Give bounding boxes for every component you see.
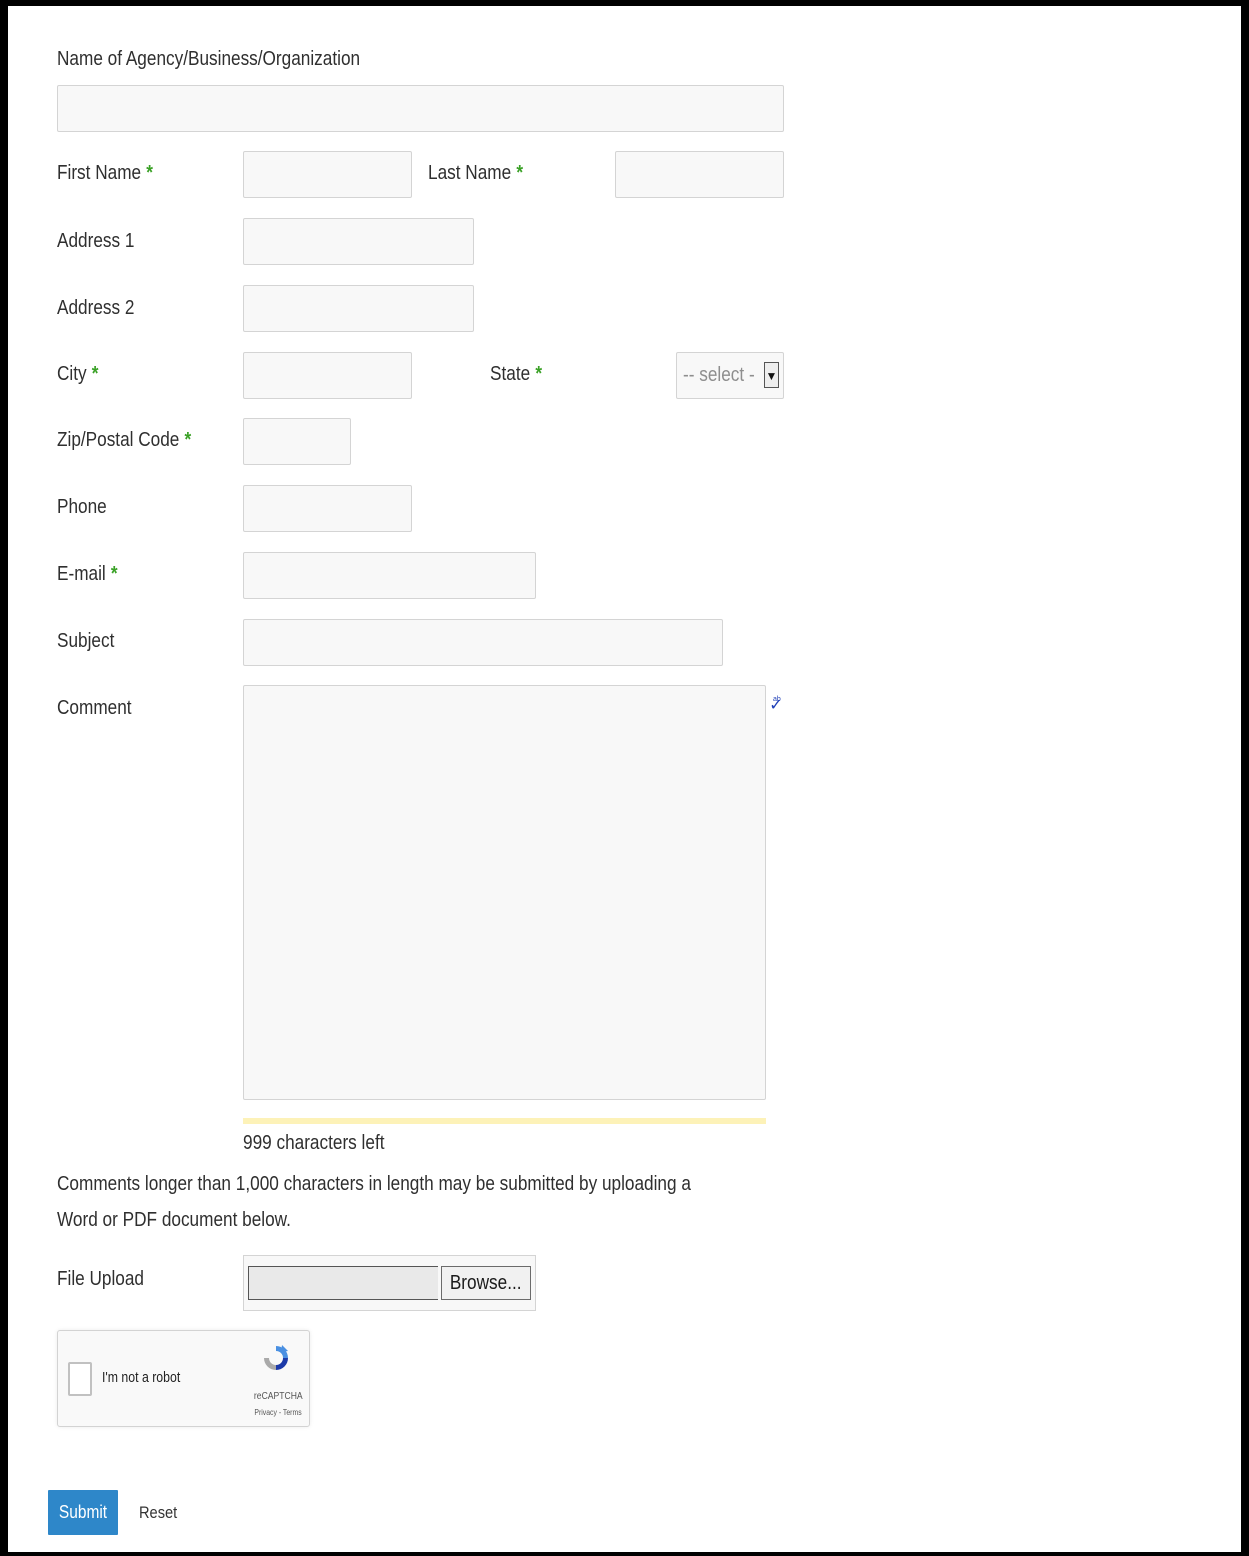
file-upload-control: Browse... <box>243 1255 536 1311</box>
address2-input[interactable] <box>243 285 474 332</box>
recaptcha-checkbox[interactable] <box>68 1362 92 1396</box>
state-select-value: -- select - <box>683 364 755 386</box>
org-input[interactable] <box>57 85 784 132</box>
last-name-input[interactable] <box>615 151 784 198</box>
required-marker: * <box>535 363 543 385</box>
city-label: City * <box>57 363 99 385</box>
phone-input[interactable] <box>243 485 412 532</box>
address2-label: Address 2 <box>57 297 135 319</box>
browse-button[interactable]: Browse... <box>441 1266 531 1300</box>
first-name-label: First Name * <box>57 162 153 184</box>
comment-textarea[interactable] <box>243 685 766 1100</box>
last-name-label: Last Name * <box>428 162 524 184</box>
comment-note: Comments longer than 1,000 characters in… <box>57 1173 691 1231</box>
address1-label: Address 1 <box>57 230 135 252</box>
contact-form-page: Name of Agency/Business/Organization Fir… <box>8 6 1241 1552</box>
submit-button[interactable]: Submit <box>48 1490 118 1535</box>
spellcheck-icon[interactable]: ✓ ab <box>768 696 784 716</box>
required-marker: * <box>516 162 524 184</box>
state-select[interactable]: -- select - ▼ <box>676 352 784 399</box>
subject-input[interactable] <box>243 619 723 666</box>
first-name-input[interactable] <box>243 151 412 198</box>
required-marker: * <box>91 363 99 385</box>
phone-label: Phone <box>57 496 107 518</box>
required-marker: * <box>110 563 118 585</box>
recaptcha-logo-icon <box>264 1345 288 1370</box>
file-path-field[interactable] <box>248 1266 438 1300</box>
state-label: State * <box>490 363 543 385</box>
recaptcha-privacy-terms[interactable]: Privacy - Terms <box>254 1408 302 1417</box>
counter-bar <box>243 1118 766 1124</box>
comment-label: Comment <box>57 697 132 719</box>
subject-label: Subject <box>57 630 115 652</box>
email-label: E-mail * <box>57 563 118 585</box>
recaptcha-label: I'm not a robot <box>102 1369 181 1386</box>
city-input[interactable] <box>243 352 412 399</box>
recaptcha-widget: I'm not a robot reCAPTCHA Privacy - Term… <box>57 1330 310 1427</box>
zip-input[interactable] <box>243 418 351 465</box>
address1-input[interactable] <box>243 218 474 265</box>
org-label: Name of Agency/Business/Organization <box>57 48 361 70</box>
reset-link[interactable]: Reset <box>139 1502 177 1524</box>
required-marker: * <box>184 429 192 451</box>
recaptcha-brand: reCAPTCHA <box>253 1391 303 1402</box>
email-input[interactable] <box>243 552 536 599</box>
chars-left-counter: 999 characters left <box>243 1132 385 1154</box>
required-marker: * <box>146 162 153 184</box>
file-upload-label: File Upload <box>57 1268 145 1290</box>
zip-label: Zip/Postal Code * <box>57 429 192 451</box>
chevron-down-icon[interactable]: ▼ <box>764 362 779 388</box>
